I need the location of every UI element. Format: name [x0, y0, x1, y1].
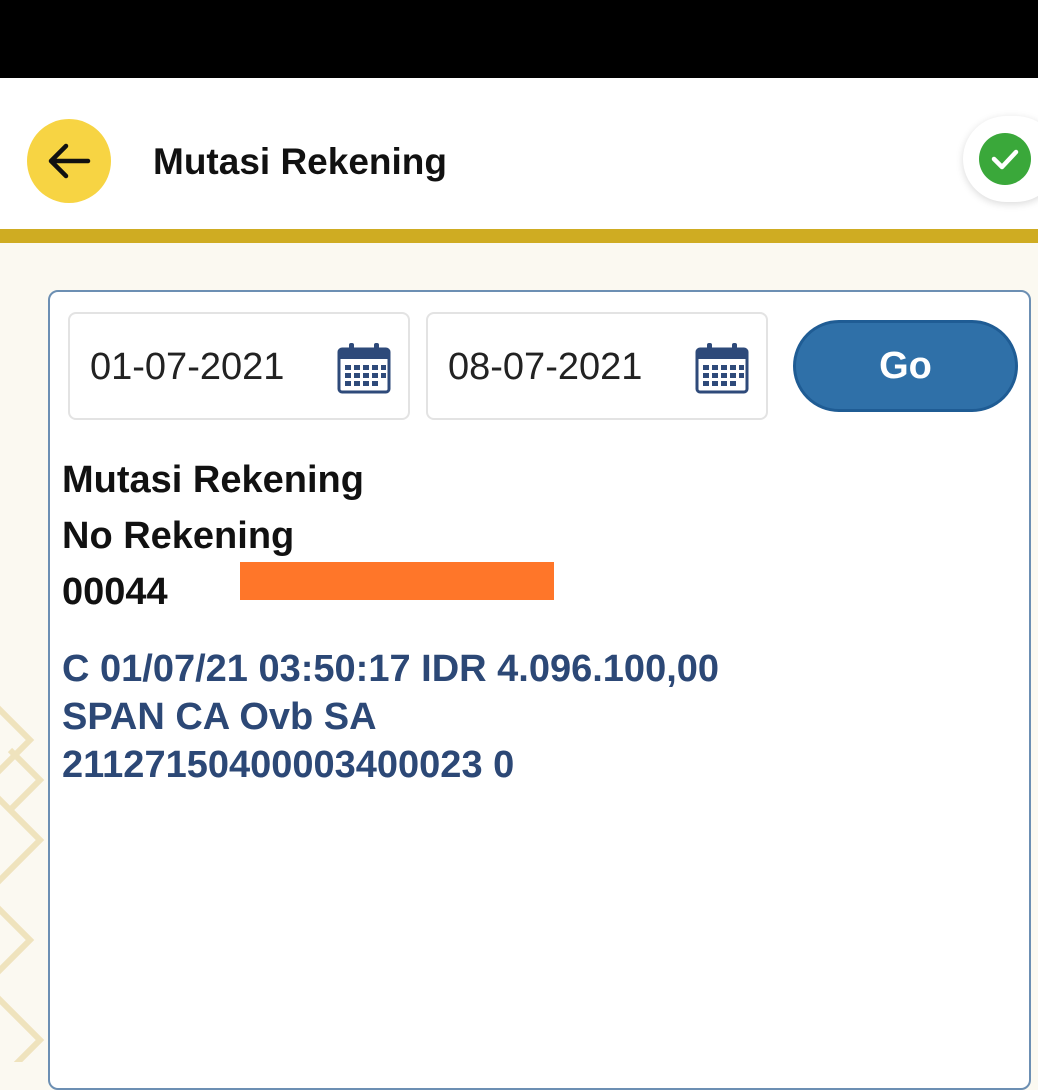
transaction-line: C 01/07/21 03:50:17 IDR 4.096.100,00: [62, 648, 720, 690]
calendar-icon[interactable]: [694, 341, 750, 395]
redaction-block: [240, 562, 554, 600]
date-from-value: 01-07-2021: [90, 346, 285, 388]
list-item: C 01/07/21 03:50:17 IDR 4.096.100,00 SPA…: [62, 645, 719, 789]
date-to-value: 08-07-2021: [448, 346, 643, 388]
back-button[interactable]: [27, 119, 111, 203]
transaction-reference: 21127150400003400023 0: [62, 744, 515, 786]
statement-heading: Mutasi Rekening: [62, 459, 364, 501]
statement-panel: 01-07-2021 08-07-2021 Go Mutasi Rekening…: [48, 290, 1031, 1090]
header-divider: [0, 229, 1038, 243]
status-indicator[interactable]: [963, 116, 1038, 202]
app-header: Mutasi Rekening: [0, 78, 1038, 229]
check-circle-icon: [979, 133, 1031, 185]
go-button[interactable]: Go: [793, 320, 1018, 412]
calendar-icon[interactable]: [336, 341, 392, 395]
arrow-left-icon: [48, 143, 91, 179]
date-from-field[interactable]: 01-07-2021: [68, 312, 410, 420]
status-bar: [0, 0, 1038, 78]
page-title: Mutasi Rekening: [153, 141, 447, 182]
account-number-label: No Rekening: [62, 515, 295, 557]
transaction-description: SPAN CA Ovb SA: [62, 696, 377, 738]
date-to-field[interactable]: 08-07-2021: [426, 312, 768, 420]
